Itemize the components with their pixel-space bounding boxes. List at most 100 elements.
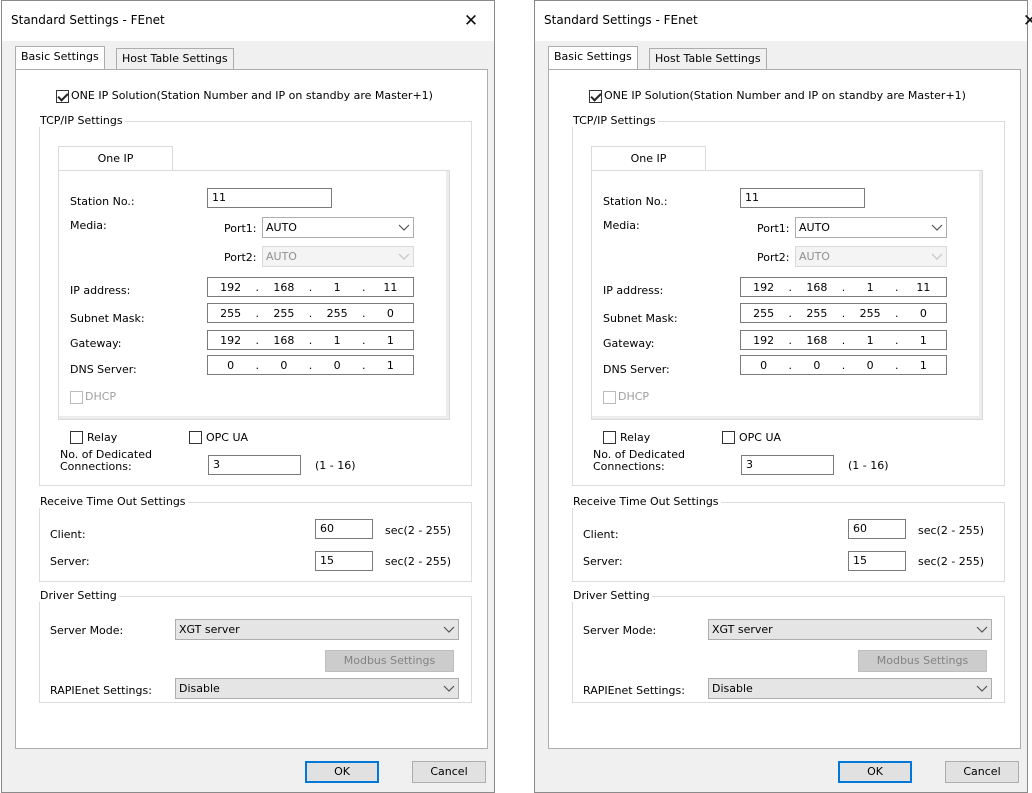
dns-octet-3: 0 [866,358,874,372]
tab-basic-settings[interactable]: Basic Settings [15,46,105,69]
dns-server-input[interactable]: 0. 0. 0. 1 [207,355,414,375]
subnet-octet-3: 255 [859,306,881,320]
tab-strip: Basic Settings Host Table Settings [548,46,1017,69]
tab-host-table-settings[interactable]: Host Table Settings [649,48,767,69]
tab-one-ip[interactable]: One IP [591,146,706,171]
ip-separator: . [255,280,260,294]
rapienet-settings-select[interactable]: Disable [708,678,992,699]
port1-value: AUTO [799,221,830,234]
driver-setting-group: Driver Setting Server Mode: XGT server M… [38,589,472,703]
tcpip-settings-group: TCP/IP Settings One IP Station No.: 11 M… [571,114,1005,486]
dedicated-connections-input[interactable]: 3 [208,455,301,475]
gateway-octet-1: 192 [753,333,775,347]
dhcp-label: DHCP [85,390,117,403]
server-unit-label: sec(2 - 255) [385,555,452,568]
server-mode-select[interactable]: XGT server [175,619,459,640]
receive-timeout-title: Receive Time Out Settings [571,495,721,508]
port1-select[interactable]: AUTO [262,217,414,238]
chevron-down-icon [443,626,455,633]
subnet-mask-input[interactable]: 255. 255. 255. 0 [740,303,947,323]
tcpip-settings-group: TCP/IP Settings One IP Station No.: 11 M… [38,114,472,486]
dialog-title: Standard Settings - FEnet [11,13,165,27]
server-mode-select[interactable]: XGT server [708,619,992,640]
close-icon[interactable]: ✕ [448,1,494,41]
opc-ua-checkbox[interactable] [189,431,202,444]
subnet-octet-4: 0 [919,306,927,320]
tab-basic-settings[interactable]: Basic Settings [548,46,638,69]
station-no-input[interactable]: 11 [740,188,865,208]
close-icon[interactable]: ✕ [1007,1,1032,41]
dns-octet-2: 0 [813,358,821,372]
server-mode-label: Server Mode: [583,624,657,637]
one-ip-solution-label: ONE IP Solution(Station Number and IP on… [71,89,433,102]
gateway-input[interactable]: 192. 168. 1. 1 [740,330,947,350]
server-label: Server: [50,555,90,568]
subnet-mask-label: Subnet Mask: [603,312,678,325]
server-timeout-input[interactable]: 15 [848,551,906,571]
client-timeout-input[interactable]: 60 [315,519,373,539]
ip-separator: . [841,333,846,347]
gateway-octet-1: 192 [220,333,242,347]
ip-octet-1: 192 [753,280,775,294]
dedicated-label-line2: Connections: [593,460,665,473]
station-no-label: Station No.: [70,195,135,208]
ip-separator: . [308,280,313,294]
ok-button[interactable]: OK [838,761,912,783]
dedicated-connections-label: No. of Dedicated Connections: [593,449,685,473]
station-no-input[interactable]: 11 [207,188,332,208]
subnet-octet-4: 0 [386,306,394,320]
port1-select[interactable]: AUTO [795,217,947,238]
ip-separator: . [788,306,793,320]
dns-octet-2: 0 [280,358,288,372]
subnet-octet-2: 255 [273,306,295,320]
ip-separator: . [895,306,899,320]
ip-separator: . [841,280,846,294]
tab-host-table-settings[interactable]: Host Table Settings [116,48,234,69]
rapienet-settings-select[interactable]: Disable [175,678,459,699]
station-no-label: Station No.: [603,195,668,208]
ip-octet-4: 11 [916,280,931,294]
subnet-octet-1: 255 [220,306,242,320]
tcpip-settings-title: TCP/IP Settings [38,114,125,127]
receive-timeout-title: Receive Time Out Settings [38,495,188,508]
tab-one-ip[interactable]: One IP [58,146,173,171]
ok-button[interactable]: OK [305,761,379,783]
ip-address-input[interactable]: 192. 168. 1. 11 [207,277,414,297]
one-ip-solution-checkbox[interactable] [589,90,602,103]
chevron-down-icon [443,685,455,692]
cancel-button[interactable]: Cancel [412,761,486,783]
subnet-octet-3: 255 [326,306,348,320]
relay-checkbox[interactable] [603,431,616,444]
dedicated-connections-input[interactable]: 3 [741,455,834,475]
dns-octet-1: 0 [227,358,235,372]
chevron-down-icon [931,253,943,260]
gateway-octet-4: 1 [919,333,927,347]
tab-strip: Basic Settings Host Table Settings [15,46,484,69]
gateway-octet-2: 168 [806,333,828,347]
port2-label: Port2: [224,251,257,264]
dns-server-label: DNS Server: [70,363,137,376]
dns-server-input[interactable]: 0. 0. 0. 1 [740,355,947,375]
rapienet-settings-value: Disable [179,682,220,695]
driver-setting-title: Driver Setting [38,589,119,602]
title-bar: Standard Settings - FEnet ✕ [535,1,1032,41]
ip-address-label: IP address: [603,284,664,297]
one-ip-solution-checkbox[interactable] [56,90,69,103]
subnet-mask-input[interactable]: 255. 255. 255. 0 [207,303,414,323]
cancel-button[interactable]: Cancel [945,761,1019,783]
dialog-title: Standard Settings - FEnet [544,13,698,27]
ip-address-input[interactable]: 192. 168. 1. 11 [740,277,947,297]
port1-label: Port1: [757,222,790,235]
chevron-down-icon [976,685,988,692]
gateway-input[interactable]: 192. 168. 1. 1 [207,330,414,350]
ip-separator: . [308,306,313,320]
server-timeout-input[interactable]: 15 [315,551,373,571]
relay-checkbox[interactable] [70,431,83,444]
opc-ua-checkbox[interactable] [722,431,735,444]
relay-label: Relay [87,431,118,444]
ip-separator: . [895,358,899,372]
client-timeout-input[interactable]: 60 [848,519,906,539]
gateway-octet-2: 168 [273,333,295,347]
ip-octet-3: 1 [333,280,341,294]
ip-separator: . [255,358,260,372]
